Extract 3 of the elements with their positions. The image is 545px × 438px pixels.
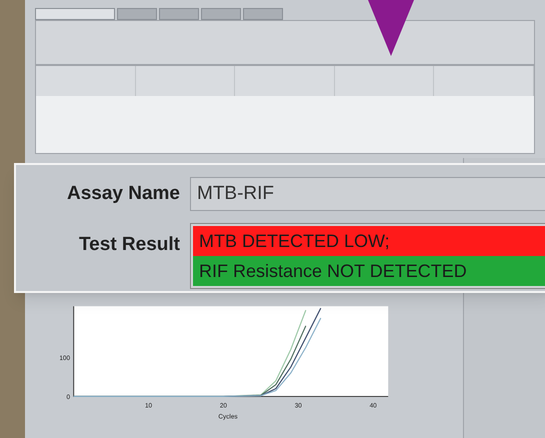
field-label: Assay Name [66,182,180,206]
assay-name-field: MTB-RIF [190,177,545,211]
field-label: Test Result [78,233,180,257]
